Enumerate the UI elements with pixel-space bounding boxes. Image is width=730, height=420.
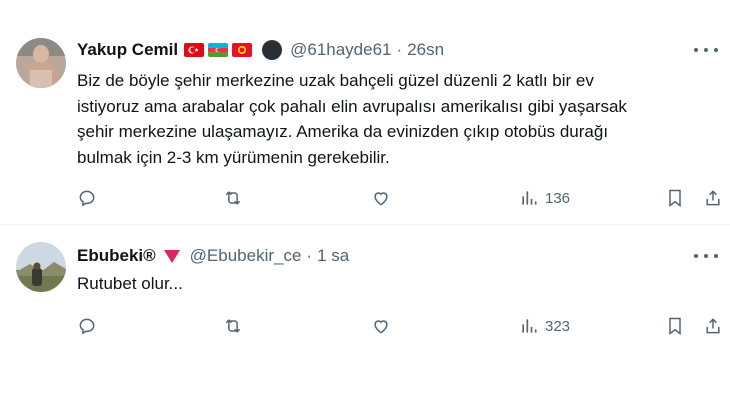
tweet-actions: 323 — [77, 314, 727, 338]
tweet-text: Biz de böyle şehir merkezine uzak bahçel… — [77, 68, 717, 170]
views-button[interactable]: 323 — [519, 314, 570, 338]
views-count: 136 — [545, 189, 571, 207]
azerbaijan-flag-icon — [208, 43, 229, 57]
separator-dot: · — [396, 40, 403, 59]
views-chart-icon — [522, 319, 537, 333]
share-icon — [706, 190, 720, 206]
more-options-icon[interactable] — [694, 246, 718, 266]
tweet-text-line: istiyoruz ama arabalar çok pahalı elin a… — [77, 96, 627, 116]
bookmark-icon — [669, 189, 681, 207]
reply-icon — [79, 190, 95, 207]
retweet-icon — [225, 319, 241, 333]
avatar[interactable] — [16, 242, 66, 292]
user-handle[interactable]: @Ebubekir_ce — [190, 246, 302, 266]
retweet-button[interactable] — [223, 314, 243, 338]
tweet-actions: 136 — [77, 186, 727, 210]
views-chart-icon — [522, 191, 537, 205]
tweet-header: Yakup Cemil @61hayde61 · 26sn — [77, 39, 444, 61]
tweet-text-line: Biz de böyle şehir merkezine uzak bahçel… — [77, 71, 594, 90]
tweet-2[interactable]: Ebubeki® @Ebubekir_ce · 1 sa Rutubet olu… — [0, 225, 730, 420]
user-handle[interactable]: @61hayde61 — [290, 40, 391, 60]
display-name[interactable]: Ebubeki® — [77, 246, 156, 266]
separator-dot: · — [306, 246, 313, 265]
kyrgyzstan-flag-icon — [232, 43, 253, 57]
bookmark-button[interactable] — [665, 314, 685, 338]
share-icon — [706, 318, 720, 334]
tweet-text-line: şehir merkezine ulaşamayız. Amerika da e… — [77, 122, 609, 141]
heart-icon — [374, 320, 388, 334]
reply-button[interactable] — [77, 314, 97, 338]
tweet-text-line: bulmak için 2-3 km yürümenin gerekebilir… — [77, 147, 390, 167]
share-button[interactable] — [703, 314, 723, 338]
tweet-header: Ebubeki® @Ebubekir_ce · 1 sa — [77, 245, 349, 267]
retweet-icon — [225, 191, 241, 205]
share-button[interactable] — [703, 186, 723, 210]
tweet-text-line: Rutubet olur... — [77, 274, 183, 293]
timestamp[interactable]: 1 sa — [317, 246, 349, 266]
views-button[interactable]: 136 — [519, 186, 570, 210]
heart-icon — [374, 192, 388, 206]
reply-icon — [79, 318, 95, 335]
bookmark-button[interactable] — [665, 186, 685, 210]
avatar[interactable] — [16, 38, 66, 88]
affiliate-badge-icon — [262, 40, 283, 60]
flag-badges — [184, 43, 256, 57]
reply-button[interactable] — [77, 186, 97, 210]
tweet-text: Rutubet olur... — [77, 271, 717, 297]
like-button[interactable] — [371, 314, 391, 338]
bookmark-icon — [669, 317, 681, 335]
like-button[interactable] — [371, 186, 391, 210]
retweet-button[interactable] — [223, 186, 243, 210]
display-name[interactable]: Yakup Cemil — [77, 40, 178, 60]
views-count: 323 — [545, 317, 571, 335]
turkey-flag-icon — [184, 43, 205, 57]
more-options-icon[interactable] — [694, 40, 718, 60]
tweet-1[interactable]: Yakup Cemil @61hayde61 · 26sn Biz de böy… — [0, 0, 730, 222]
timestamp[interactable]: 26sn — [407, 40, 444, 60]
triangle-badge-icon — [163, 249, 180, 263]
